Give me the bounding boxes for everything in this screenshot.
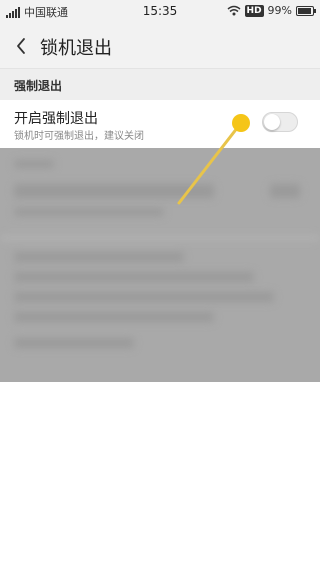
chevron-left-icon: [17, 38, 25, 54]
wifi-icon: [227, 5, 241, 16]
screen: 中国联通 15:35 HD 99% 锁机退出 强制退出 开启强制退出 锁机时可强…: [0, 0, 320, 569]
blurred-preview: [0, 148, 320, 382]
force-exit-toggle[interactable]: [262, 112, 298, 132]
setting-title: 开启强制退出: [14, 111, 98, 127]
status-bar: 中国联通 15:35 HD 99%: [0, 0, 320, 24]
setting-description: 锁机时可强制退出，建议关闭: [14, 131, 144, 142]
section-title: 强制退出: [14, 79, 63, 93]
section-header: 强制退出: [0, 68, 320, 100]
page-title: 锁机退出: [40, 38, 112, 59]
toggle-knob: [264, 114, 280, 130]
battery-icon: [296, 5, 316, 16]
back-button[interactable]: [6, 31, 36, 61]
hd-badge: HD: [244, 4, 264, 17]
battery-percent: 99%: [267, 4, 292, 17]
app-header: 锁机退出: [0, 24, 320, 68]
status-right: HD 99%: [227, 4, 316, 17]
